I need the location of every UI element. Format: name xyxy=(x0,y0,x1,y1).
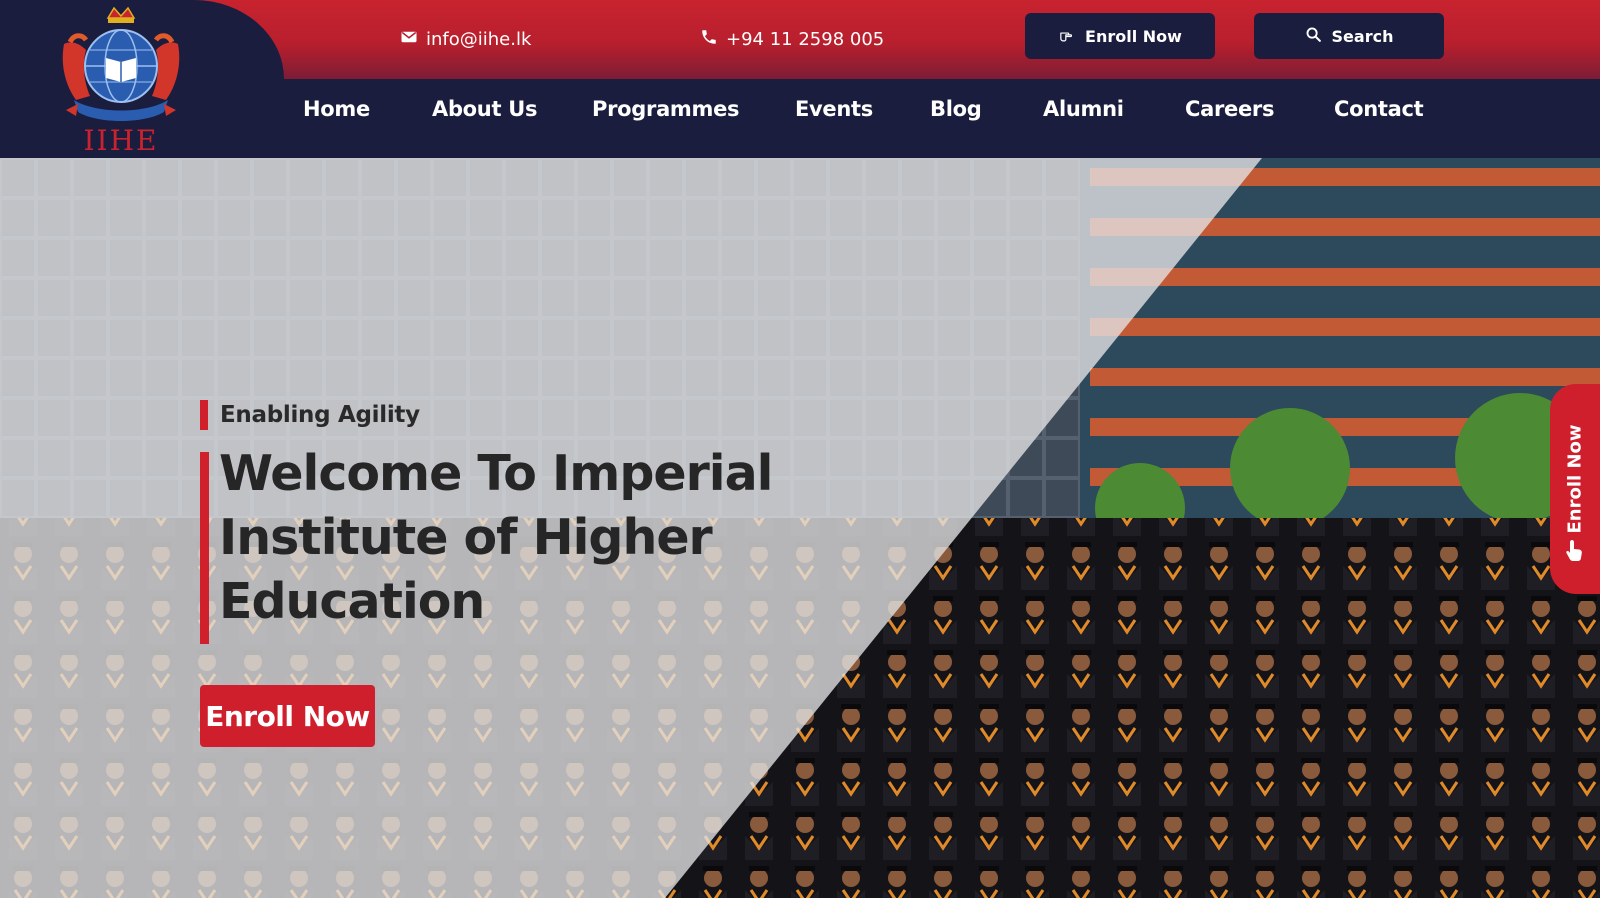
hero-title: Welcome To Imperial Institute of Higher … xyxy=(219,442,839,644)
pointing-hand-icon xyxy=(1058,26,1075,47)
hero-title-line-3: Education xyxy=(219,573,485,630)
envelope-icon xyxy=(400,28,418,51)
phone-icon xyxy=(700,28,718,51)
nav-contact[interactable]: Contact xyxy=(1334,97,1424,121)
hero-tagline: Enabling Agility xyxy=(220,402,420,428)
email-contact[interactable]: info@iihe.lk xyxy=(400,24,531,54)
nav-about-us[interactable]: About Us xyxy=(432,97,537,121)
hero-enroll-now-button[interactable]: Enroll Now xyxy=(200,685,375,747)
side-enroll-now-tab[interactable]: Enroll Now xyxy=(1550,384,1600,594)
nav-careers[interactable]: Careers xyxy=(1185,97,1274,121)
tagline-accent-bar xyxy=(200,400,208,430)
search-icon xyxy=(1305,26,1322,47)
hero-section: Enabling Agility Welcome To Imperial Ins… xyxy=(0,158,1600,898)
hero-title-line-2: Institute of Higher xyxy=(219,509,713,566)
hero-title-group: Welcome To Imperial Institute of Higher … xyxy=(200,445,839,644)
enroll-now-top-label: Enroll Now xyxy=(1085,26,1182,46)
logo-text: IIHE xyxy=(84,124,159,154)
hero-title-line-1: Welcome To Imperial xyxy=(219,445,773,502)
side-enroll-label: Enroll Now xyxy=(1564,424,1586,534)
logo[interactable]: IIHE xyxy=(56,4,186,157)
phone-text[interactable]: +94 11 2598 005 xyxy=(726,29,884,50)
phone-contact[interactable]: +94 11 2598 005 xyxy=(700,24,884,54)
enroll-now-top-button[interactable]: Enroll Now xyxy=(1025,13,1215,59)
nav-programmes[interactable]: Programmes xyxy=(592,97,740,121)
nav-alumni[interactable]: Alumni xyxy=(1043,97,1124,121)
search-label: Search xyxy=(1331,26,1394,46)
email-text[interactable]: info@iihe.lk xyxy=(426,29,531,50)
nav-home[interactable]: Home xyxy=(303,97,370,121)
nav-blog[interactable]: Blog xyxy=(930,97,982,121)
nav-events[interactable]: Events xyxy=(795,97,873,121)
site-header: IIHE info@iihe.lk +94 11 2598 005 Enroll… xyxy=(0,0,1600,158)
hero-tagline-group: Enabling Agility xyxy=(200,400,420,430)
title-accent-bar xyxy=(200,452,209,644)
search-button[interactable]: Search xyxy=(1254,13,1444,59)
